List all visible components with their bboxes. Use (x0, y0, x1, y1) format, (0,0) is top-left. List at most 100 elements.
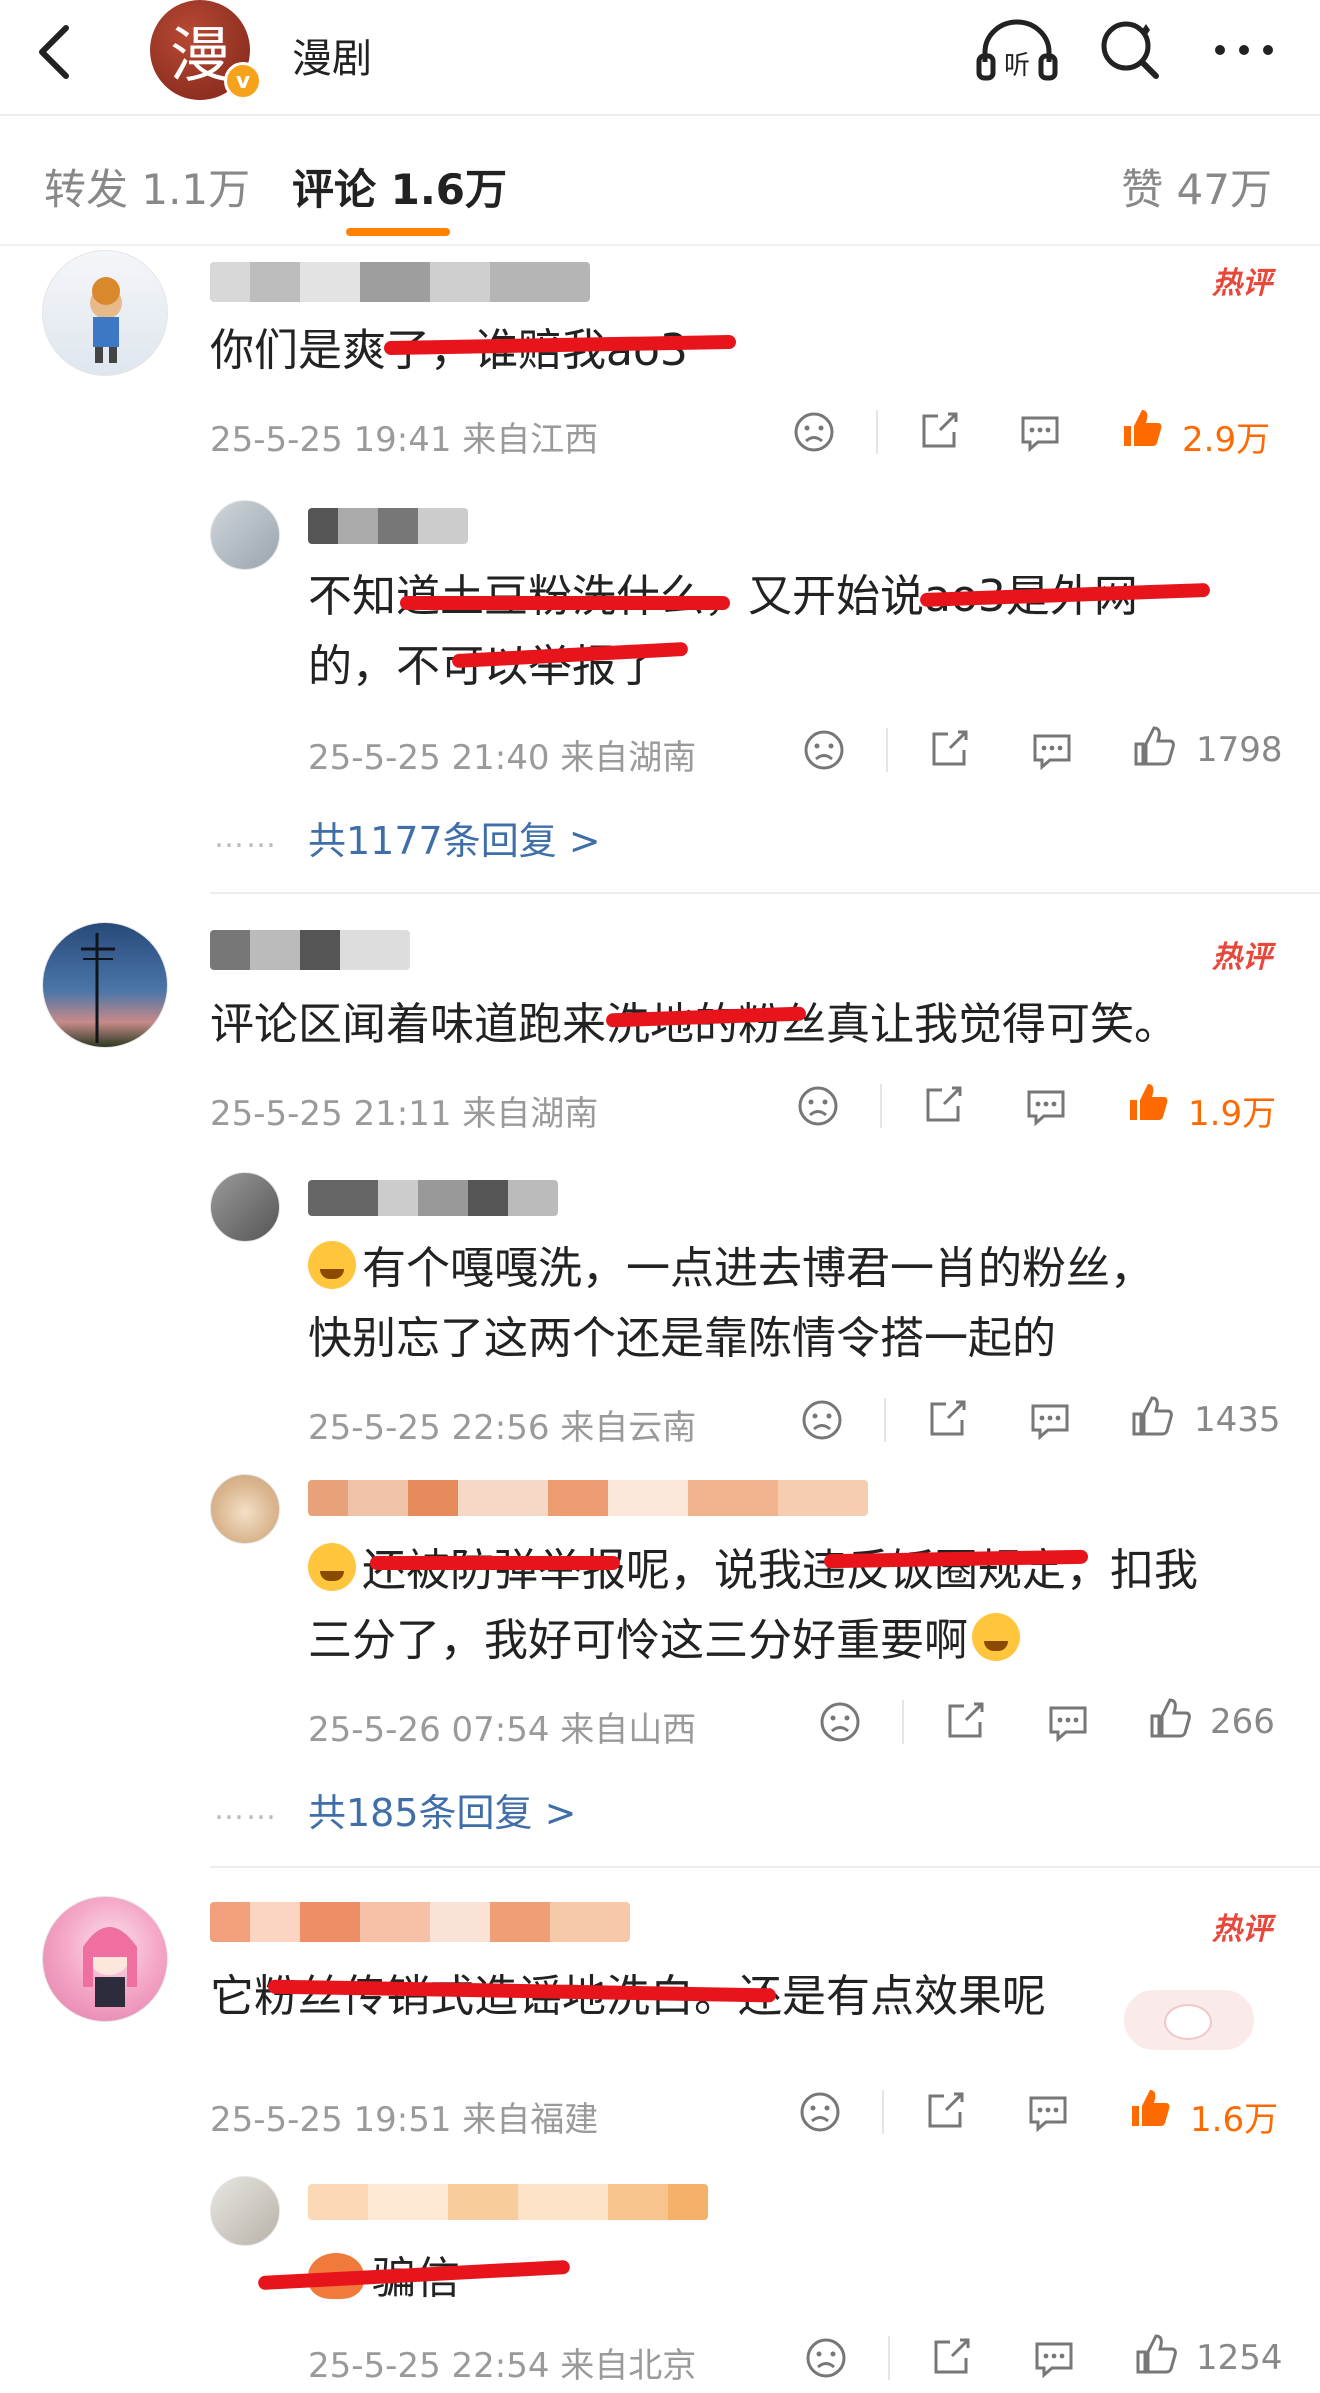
like-count: 1254 (1196, 2338, 1283, 2378)
search-icon[interactable] (1096, 16, 1164, 84)
like-count: 1798 (1196, 730, 1283, 770)
reply-text[interactable]: 三分了，我好可怜这三分好重要啊 (308, 1606, 1026, 1676)
reply-username-blurred[interactable] (308, 2184, 708, 2220)
crying-emoji-icon (972, 1613, 1020, 1661)
avatar[interactable] (42, 250, 168, 376)
tab-bar: 转发 1.1万 评论 1.6万 赞 47万 (0, 116, 1320, 244)
reply-meta: 25-5-25 22:54 来自北京 (308, 2346, 697, 2386)
laugh-cry-emoji-icon (308, 1543, 356, 1591)
dots-separator: …… (214, 1792, 278, 1827)
more-replies-link[interactable]: 共185条回复 > (308, 1782, 576, 1837)
action-separator (886, 728, 888, 772)
redaction-mark (370, 1556, 620, 1570)
tab-repost[interactable]: 转发 1.1万 (44, 156, 250, 217)
reply-meta: 25-5-25 22:56 来自云南 (308, 1408, 697, 1448)
like-thumb-icon[interactable] (1128, 2086, 1172, 2130)
username-blurred[interactable] (210, 930, 410, 970)
reply-comment-icon[interactable] (1046, 1700, 1090, 1744)
reply-comment-icon[interactable] (1028, 1398, 1072, 1442)
action-separator (888, 2336, 890, 2380)
reply-comment-icon[interactable] (1026, 2090, 1070, 2134)
sticker-decoration (1124, 1990, 1254, 2050)
reply-text[interactable]: 有个嘎嘎洗，一点进去博君一肖的粉丝， (308, 1234, 1154, 1304)
hot-comment-badge: 热评 (1212, 1912, 1272, 1947)
verified-badge-icon: v (224, 62, 262, 100)
power-pole-photo-icon (81, 933, 115, 1043)
like-count: 1435 (1194, 1400, 1281, 1440)
account-avatar[interactable]: 漫 v (150, 0, 262, 100)
tab-comment[interactable]: 评论 1.6万 (292, 156, 507, 217)
comment-text[interactable]: 评论区闻着味道跑来洗地的粉丝真让我觉得可笑。 (210, 990, 1178, 1060)
tab-like[interactable]: 赞 47万 (1121, 156, 1272, 217)
active-tab-indicator (346, 228, 450, 236)
reply-meta: 25-5-25 21:40 来自湖南 (308, 738, 697, 778)
like-thumb-icon[interactable] (1120, 406, 1164, 450)
reply-text[interactable]: 快别忘了这两个还是靠陈情令搭一起的 (308, 1304, 1056, 1374)
username-blurred[interactable] (210, 262, 590, 302)
reply-username-blurred[interactable] (308, 1480, 868, 1516)
share-icon[interactable] (944, 1698, 988, 1742)
reply-text-content: 有个嘎嘎洗，一点进去博君一肖的粉丝， (362, 1243, 1154, 1294)
reply-avatar[interactable] (210, 1474, 280, 1544)
reply-username-blurred[interactable] (308, 1180, 558, 1216)
like-thumb-icon[interactable] (1130, 1394, 1174, 1438)
laugh-cry-emoji-icon (308, 1241, 356, 1289)
comment-meta: 25-5-25 21:11 来自湖南 (210, 1094, 599, 1134)
dots-separator: …… (214, 820, 278, 855)
dislike-icon[interactable] (798, 2090, 842, 2134)
dislike-icon[interactable] (818, 1700, 862, 1744)
reply-comment-icon[interactable] (1024, 1084, 1068, 1128)
dislike-icon[interactable] (792, 410, 836, 454)
like-thumb-icon[interactable] (1134, 2332, 1178, 2376)
comment-meta: 25-5-25 19:51 来自福建 (210, 2100, 599, 2140)
like-count: 1.6万 (1190, 2100, 1279, 2140)
dislike-icon[interactable] (796, 1084, 840, 1128)
avatar[interactable] (42, 1896, 168, 2022)
comment-divider (210, 892, 1320, 894)
action-separator (880, 1084, 882, 1128)
reply-meta: 25-5-26 07:54 来自山西 (308, 1710, 697, 1750)
reply-comment-icon[interactable] (1018, 410, 1062, 454)
like-thumb-icon[interactable] (1126, 1080, 1170, 1124)
hot-comment-badge: 热评 (1212, 266, 1272, 301)
reply-comment-icon[interactable] (1030, 728, 1074, 772)
dislike-icon[interactable] (800, 1398, 844, 1442)
dislike-icon[interactable] (802, 728, 846, 772)
share-icon[interactable] (922, 1082, 966, 1126)
dislike-icon[interactable] (804, 2336, 848, 2380)
reply-text-content: 三分了，我好可怜这三分好重要啊 (308, 1615, 968, 1666)
svg-text:听: 听 (1004, 51, 1030, 81)
share-icon[interactable] (930, 2334, 974, 2378)
reply-avatar[interactable] (210, 1172, 280, 1242)
reply-avatar[interactable] (210, 500, 280, 570)
like-thumb-icon[interactable] (1132, 724, 1176, 768)
tabs-divider (0, 244, 1320, 246)
like-thumb-icon[interactable] (1148, 1696, 1192, 1740)
more-replies-link[interactable]: 共1177条回复 > (308, 810, 601, 865)
reply-comment-icon[interactable] (1032, 2336, 1076, 2380)
comment-divider (210, 1866, 1320, 1868)
share-icon[interactable] (928, 726, 972, 770)
hot-comment-badge: 热评 (1212, 940, 1272, 975)
more-options-icon[interactable] (1210, 30, 1278, 70)
share-icon[interactable] (926, 1396, 970, 1440)
action-separator (884, 1398, 886, 1442)
account-name[interactable]: 漫剧 (292, 26, 372, 84)
share-icon[interactable] (918, 408, 962, 452)
avatar[interactable] (42, 922, 168, 1048)
reply-text[interactable]: 的，不可以举报了 (308, 632, 660, 702)
share-icon[interactable] (924, 2088, 968, 2132)
reply-text[interactable]: 还被防弹举报呢，说我违反饭圈规定，扣我 (308, 1536, 1198, 1606)
username-blurred[interactable] (210, 1902, 630, 1942)
reply-avatar[interactable] (210, 2176, 280, 2246)
listen-headphones-icon[interactable]: 听 (975, 18, 1059, 82)
like-count: 1.9万 (1188, 1094, 1277, 1134)
action-separator (876, 410, 878, 454)
action-separator (882, 2090, 884, 2134)
reply-username-blurred[interactable] (308, 508, 468, 544)
redaction-mark (400, 596, 730, 610)
comment-meta: 25-5-25 19:41 来自江西 (210, 420, 599, 460)
action-separator (902, 1700, 904, 1744)
like-count: 2.9万 (1182, 420, 1271, 460)
back-arrow-icon[interactable] (30, 22, 80, 82)
